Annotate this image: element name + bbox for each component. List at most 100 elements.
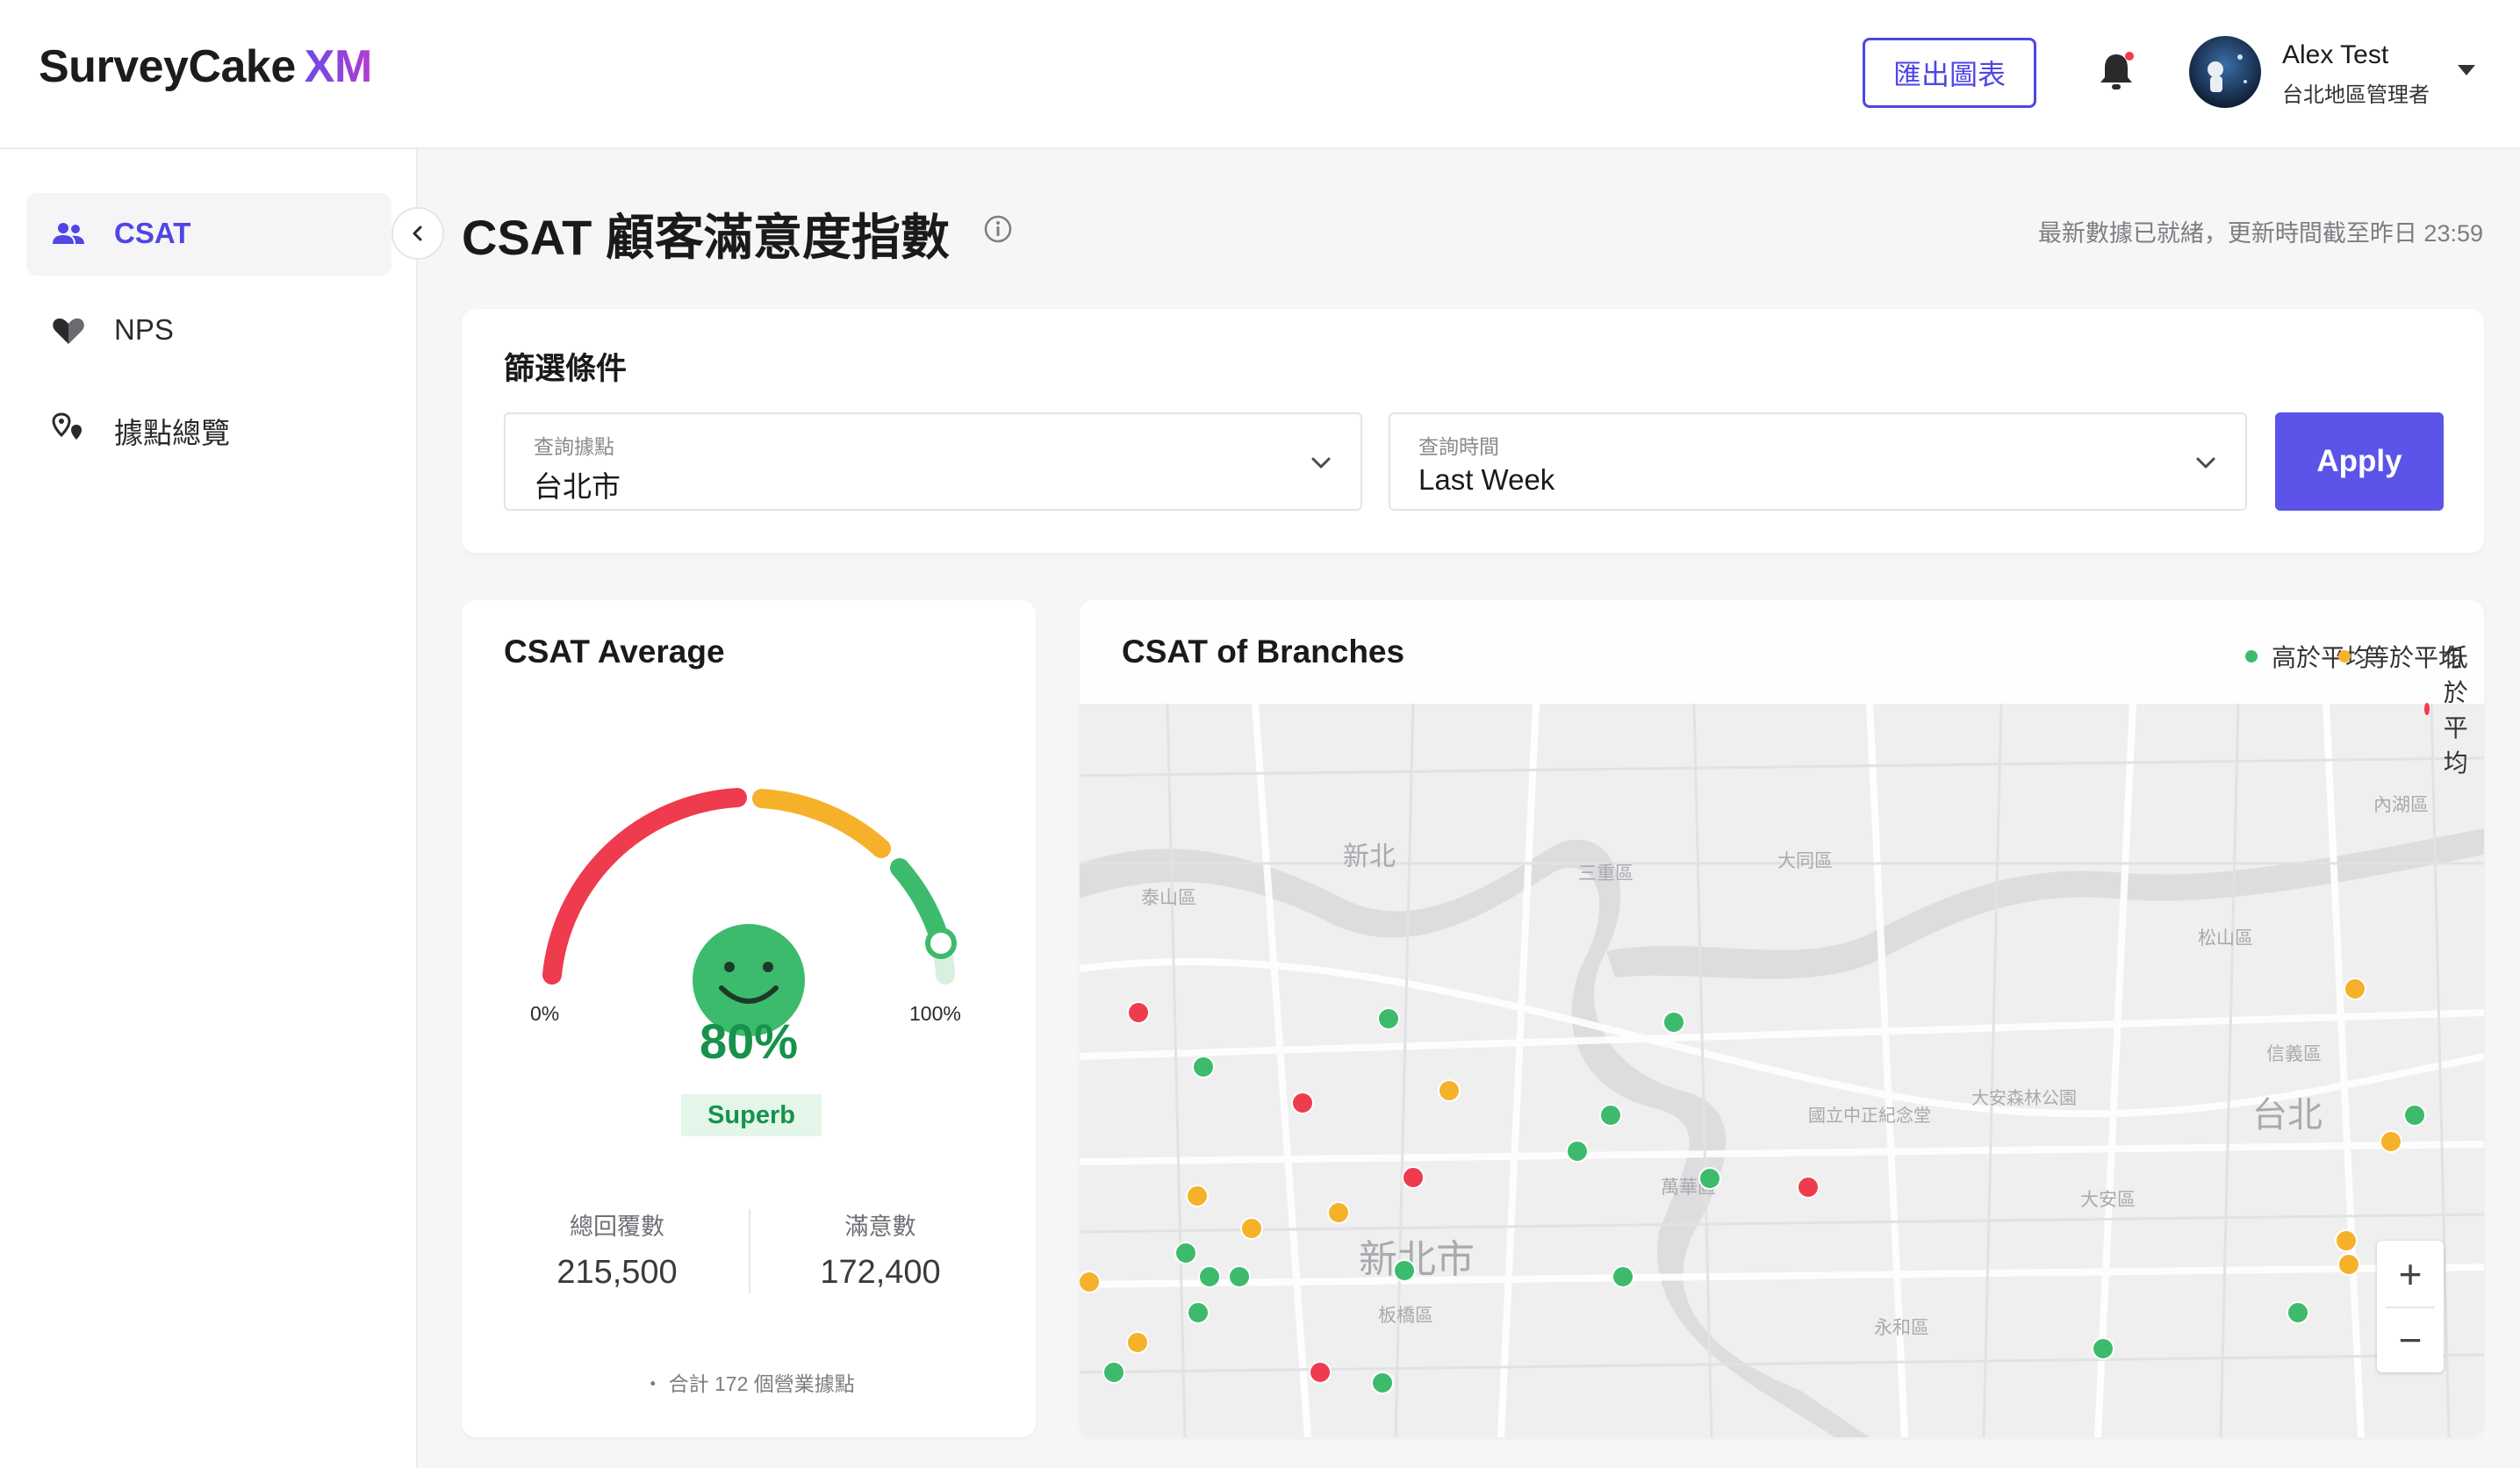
branch-marker-equal xyxy=(1327,1201,1350,1224)
map-card-header: CSAT of Branches 高於平均 等於平均 低於平均 xyxy=(1080,600,2484,777)
branch-marker-below xyxy=(1402,1166,1425,1189)
legend-dot-equal xyxy=(2338,650,2351,662)
branch-marker-equal xyxy=(2380,1130,2402,1153)
gauge-arc-mid xyxy=(752,789,891,858)
map-label-neihu: 內湖區 xyxy=(2373,795,2429,815)
zoom-out-button[interactable]: − xyxy=(2377,1307,2444,1372)
info-icon[interactable] xyxy=(983,214,1013,244)
branch-marker-above xyxy=(1187,1301,1210,1324)
filter-card: 篩選條件 查詢據點 台北市 查詢時間 Last Week Apply xyxy=(462,309,2484,553)
branches-map-card: 新北 新北市 台北 大同區 三重區 松山區 泰山區 信義區 大安區 萬華區 永和… xyxy=(1080,600,2484,1437)
sidebar-item-label: NPS xyxy=(114,313,174,346)
user-role: 台北地區管理者 xyxy=(2282,83,2430,107)
logo-suffix: XM xyxy=(304,41,373,92)
branches-count-note: ・ 合計 172 個營業據點 xyxy=(643,1372,855,1395)
map-label-taipei: 台北 xyxy=(2252,1096,2323,1135)
legend-item-below: 低於平均 xyxy=(2424,639,2484,779)
heart-icon xyxy=(53,319,84,344)
legend-dot-above xyxy=(2245,650,2258,662)
time-select-label: 查詢時間 xyxy=(1418,435,1499,458)
branch-marker-equal xyxy=(2335,1229,2358,1252)
branch-marker-below xyxy=(1309,1361,1332,1384)
map-label-banqiao: 板橋區 xyxy=(1378,1306,1433,1326)
page-title: CSAT 顧客滿意度指數 xyxy=(462,210,950,265)
top-header: SurveyCake XM 匯出圖表 Alex Test 台北地區管理者 xyxy=(0,0,2520,149)
satisfied-stat: 滿意數 172,400 xyxy=(749,1207,1012,1292)
map-label-songshan: 松山區 xyxy=(2198,928,2253,949)
sidebar-item-label: CSAT xyxy=(114,217,191,249)
users-icon xyxy=(53,223,84,244)
sidebar-item-label: 據點總覽 xyxy=(114,417,230,449)
branch-marker-equal xyxy=(1186,1185,1209,1207)
sidebar: CSAT NPS 據點總覽 xyxy=(0,149,418,1468)
logo[interactable]: SurveyCake XM xyxy=(39,40,372,93)
branch-marker-equal xyxy=(1438,1079,1461,1102)
branch-marker-above xyxy=(2403,1104,2426,1127)
collapse-sidebar-button[interactable] xyxy=(391,207,444,260)
time-select-value: Last Week xyxy=(1418,463,1555,496)
map-zoom-control: + − xyxy=(2377,1241,2444,1372)
sidebar-item-nps[interactable]: NPS xyxy=(26,290,391,372)
branch-marker-above xyxy=(2092,1337,2114,1360)
gauge-marker xyxy=(925,927,957,959)
map-label-taishan: 泰山區 xyxy=(1141,888,1196,908)
map-label-xinbei: 新北 xyxy=(1343,842,1396,871)
avatar[interactable] xyxy=(2189,36,2261,108)
map-label-daan: 大安區 xyxy=(2080,1190,2136,1210)
branch-marker-above xyxy=(1612,1265,1634,1288)
csat-average-title: CSAT Average xyxy=(504,634,725,670)
csat-average-card: CSAT Average 0% 100% 80% Superb 總回覆數 215… xyxy=(462,600,1036,1437)
map-label-datong: 大同區 xyxy=(1777,851,1833,871)
branch-marker-above xyxy=(1377,1007,1400,1030)
filter-title: 篩選條件 xyxy=(504,352,628,386)
branch-marker-below xyxy=(1127,1001,1150,1024)
chevron-left-icon xyxy=(413,226,422,241)
chevron-down-icon xyxy=(1311,457,1331,469)
branch-marker-above xyxy=(2287,1301,2309,1324)
time-select[interactable]: 查詢時間 Last Week xyxy=(1389,412,2247,511)
branch-marker-above xyxy=(1228,1265,1251,1288)
status-badge: Superb xyxy=(681,1094,822,1136)
branch-marker-above xyxy=(1192,1056,1215,1078)
branch-marker-above xyxy=(1198,1265,1221,1288)
zoom-in-button[interactable]: + xyxy=(2377,1241,2444,1307)
chevron-down-icon xyxy=(2196,457,2215,469)
branch-marker-equal xyxy=(1126,1331,1149,1354)
sidebar-item-csat[interactable]: CSAT xyxy=(26,193,391,276)
chevron-down-icon[interactable] xyxy=(2458,65,2475,75)
branch-marker-below xyxy=(1797,1176,1820,1199)
branch-marker-above xyxy=(1174,1242,1197,1264)
location-select-label: 查詢據點 xyxy=(534,435,614,458)
map-label-yonghe: 永和區 xyxy=(1874,1318,1929,1338)
total-responses-stat: 總回覆數 215,500 xyxy=(485,1207,749,1292)
map-label-cks: 國立中正紀念堂 xyxy=(1808,1105,1931,1126)
legend-dot-below xyxy=(2424,703,2430,715)
satisfied-value: 172,400 xyxy=(820,1254,941,1291)
csat-average-value: 80% xyxy=(699,1013,799,1069)
total-responses-label: 總回覆數 xyxy=(570,1214,664,1240)
export-chart-button[interactable]: 匯出圖表 xyxy=(1863,38,2036,108)
map-label-sanchong: 三重區 xyxy=(1578,863,1633,884)
branch-marker-equal xyxy=(1240,1217,1263,1240)
location-select[interactable]: 查詢據點 台北市 xyxy=(504,412,1362,511)
branches-title: CSAT of Branches xyxy=(1122,634,1405,670)
branch-marker-equal xyxy=(2344,977,2366,1000)
branch-marker-above xyxy=(1566,1140,1589,1163)
total-responses-value: 215,500 xyxy=(556,1254,678,1291)
apply-button[interactable]: Apply xyxy=(2275,412,2444,511)
branch-marker-above xyxy=(1371,1371,1394,1394)
update-note: 最新數據已就緒，更新時間截至昨日 23:59 xyxy=(2037,220,2483,247)
user-name[interactable]: Alex Test xyxy=(2282,40,2388,70)
branches-map[interactable]: 新北 新北市 台北 大同區 三重區 松山區 泰山區 信義區 大安區 萬華區 永和… xyxy=(1080,600,2484,1437)
branch-marker-above xyxy=(1102,1361,1125,1384)
branch-marker-equal xyxy=(1080,1271,1101,1293)
sidebar-item-locations[interactable]: 據點總覽 xyxy=(26,386,391,469)
bell-icon[interactable] xyxy=(2094,49,2138,95)
logo-text: SurveyCake xyxy=(39,41,296,92)
branch-marker-above xyxy=(1393,1259,1416,1282)
map-label-xinyi: 信義區 xyxy=(2266,1044,2322,1064)
branch-marker-below xyxy=(1291,1092,1314,1114)
location-pins-icon xyxy=(52,412,82,440)
branch-marker-equal xyxy=(2337,1253,2360,1276)
satisfied-label: 滿意數 xyxy=(844,1214,916,1240)
